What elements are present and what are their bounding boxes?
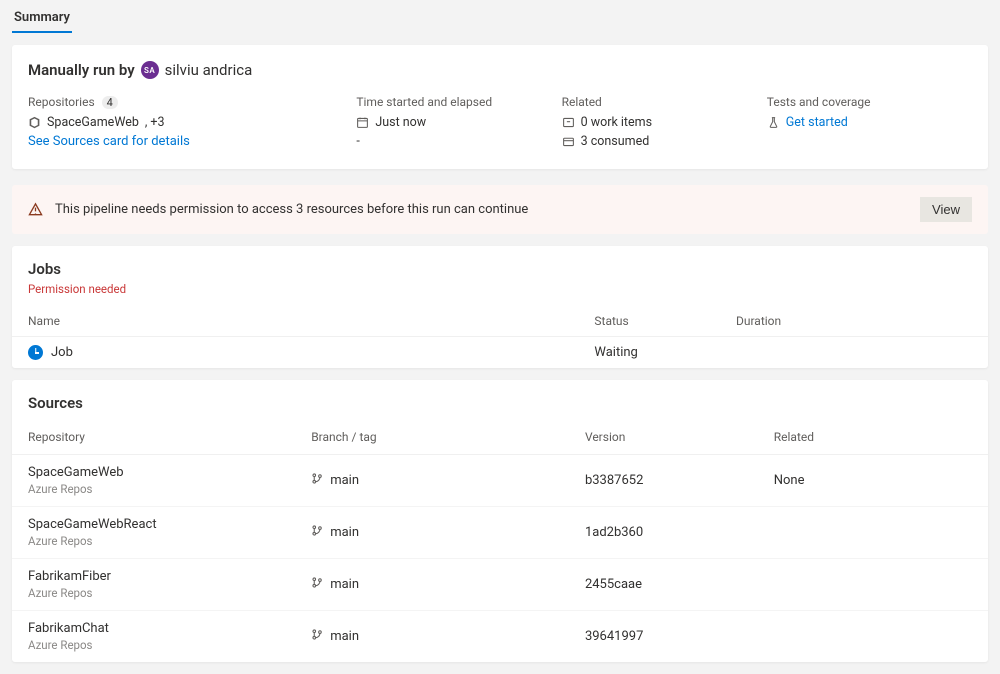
calendar-icon xyxy=(356,116,369,129)
sources-col-related: Related xyxy=(774,430,963,444)
permission-needed-label: Permission needed xyxy=(12,278,988,296)
avatar: SA xyxy=(141,61,159,79)
work-item-icon xyxy=(562,116,575,129)
work-items-value: 0 work items xyxy=(581,115,653,130)
source-branch: main xyxy=(330,525,359,540)
sources-col-repository: Repository xyxy=(28,430,311,444)
branch-icon xyxy=(311,628,324,645)
warning-message: This pipeline needs permission to access… xyxy=(55,202,908,217)
job-name: Job xyxy=(51,345,73,360)
source-row[interactable]: FabrikamChat Azure Repos main 39641997 xyxy=(12,611,988,662)
time-started-value: Just now xyxy=(375,115,426,130)
branch-icon xyxy=(311,472,324,489)
run-by-label: Manually run by xyxy=(28,61,135,79)
source-repo-provider: Azure Repos xyxy=(28,482,311,496)
source-repo-name: FabrikamFiber xyxy=(28,569,311,584)
consumed-value: 3 consumed xyxy=(581,134,650,149)
job-row[interactable]: Job Waiting xyxy=(12,337,988,368)
run-by-user: silviu andrica xyxy=(165,61,253,79)
time-heading: Time started and elapsed xyxy=(356,95,561,109)
sources-title: Sources xyxy=(12,380,988,412)
source-version: 39641997 xyxy=(585,629,774,644)
jobs-col-status: Status xyxy=(594,314,736,328)
repositories-count-badge: 4 xyxy=(102,96,118,109)
source-branch: main xyxy=(330,629,359,644)
see-sources-link[interactable]: See Sources card for details xyxy=(28,134,356,149)
source-repo-name: SpaceGameWebReact xyxy=(28,517,311,532)
sources-col-branch: Branch / tag xyxy=(311,430,585,444)
source-repo-provider: Azure Repos xyxy=(28,638,311,652)
tests-heading: Tests and coverage xyxy=(767,95,972,109)
source-version: b3387652 xyxy=(585,473,774,488)
clock-icon xyxy=(28,345,43,360)
primary-repo-name: SpaceGameWeb xyxy=(47,115,139,130)
source-repo-name: FabrikamChat xyxy=(28,621,311,636)
source-related: None xyxy=(774,473,963,488)
source-repo-provider: Azure Repos xyxy=(28,586,311,600)
tab-summary[interactable]: Summary xyxy=(12,6,72,33)
source-row[interactable]: SpaceGameWeb Azure Repos main b3387652None xyxy=(12,455,988,507)
warning-icon xyxy=(28,202,43,217)
job-status: Waiting xyxy=(594,345,736,360)
sources-card: Sources Repository Branch / tag Version … xyxy=(12,380,988,662)
beaker-icon xyxy=(767,116,780,129)
jobs-card: Jobs Permission needed Name Status Durat… xyxy=(12,246,988,368)
jobs-col-name: Name xyxy=(28,314,594,328)
related-heading: Related xyxy=(562,95,767,109)
source-version: 1ad2b360 xyxy=(585,525,774,540)
source-branch: main xyxy=(330,577,359,592)
permission-warning: This pipeline needs permission to access… xyxy=(12,185,988,234)
view-button[interactable]: View xyxy=(920,197,972,222)
source-version: 2455caae xyxy=(585,577,774,592)
artifact-icon xyxy=(562,135,575,148)
get-started-link[interactable]: Get started xyxy=(786,115,848,130)
source-repo-provider: Azure Repos xyxy=(28,534,311,548)
time-elapsed-value: - xyxy=(356,134,561,149)
source-row[interactable]: SpaceGameWebReact Azure Repos main 1ad2b360 xyxy=(12,507,988,559)
branch-icon xyxy=(311,524,324,541)
branch-icon xyxy=(311,576,324,593)
source-repo-name: SpaceGameWeb xyxy=(28,465,311,480)
extra-repo-count: , +3 xyxy=(145,115,165,130)
jobs-title: Jobs xyxy=(12,246,988,278)
source-branch: main xyxy=(330,473,359,488)
overview-card: Manually run by SA silviu andrica Reposi… xyxy=(12,45,988,169)
source-row[interactable]: FabrikamFiber Azure Repos main 2455caae xyxy=(12,559,988,611)
jobs-col-duration: Duration xyxy=(736,314,972,328)
repo-icon xyxy=(28,116,41,129)
repositories-heading: Repositories 4 xyxy=(28,95,356,109)
sources-col-version: Version xyxy=(585,430,774,444)
